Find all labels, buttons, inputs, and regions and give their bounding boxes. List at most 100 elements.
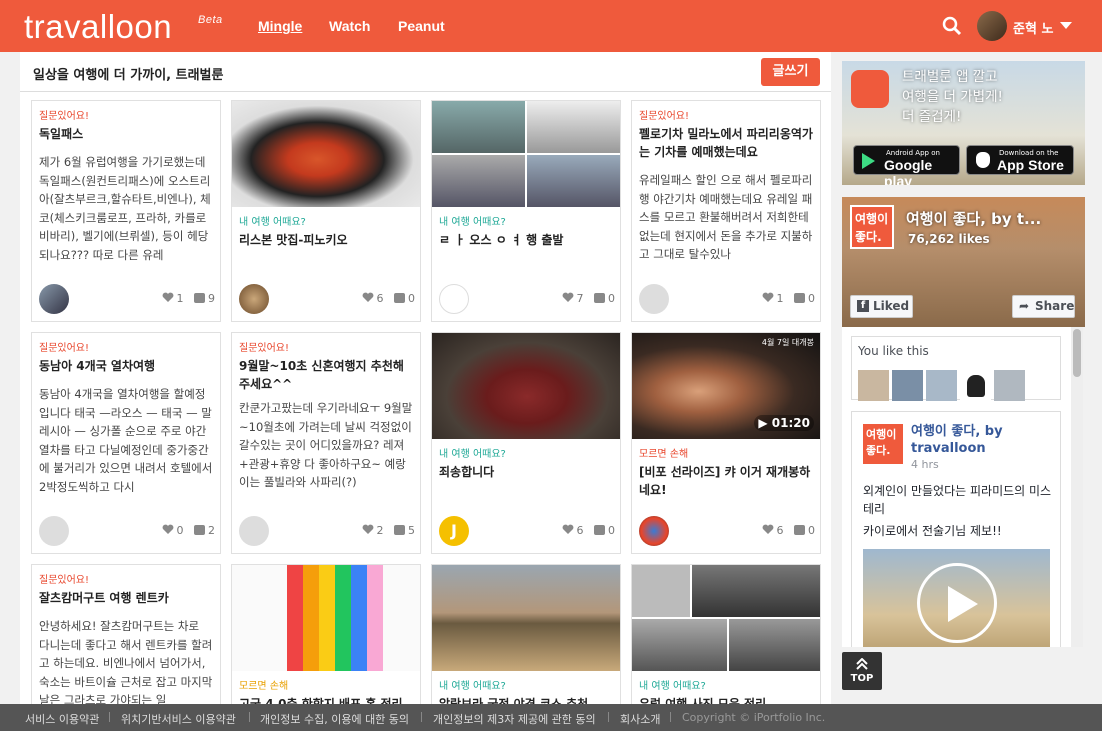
post-card[interactable]: 내 여행 어때요? 죄송합니다 J 6 0	[431, 332, 621, 554]
card-image-collage[interactable]	[632, 565, 820, 671]
app-promo-banner[interactable]: 트래벌룬 앱 깔고 여행을 더 가볍게! 더 즐겁게! Android App …	[842, 61, 1085, 185]
comment-icon[interactable]	[194, 293, 205, 303]
card-image[interactable]	[432, 565, 620, 671]
share-button[interactable]: ➦ Share	[1012, 295, 1075, 318]
card-image[interactable]	[432, 333, 620, 439]
play-icon[interactable]	[917, 563, 997, 643]
friend-avatar[interactable]	[892, 370, 923, 401]
heart-icon[interactable]	[162, 292, 174, 303]
logo[interactable]: travalloon Beta	[24, 8, 222, 46]
post-page-name[interactable]: 여행이 좋다, by travalloon	[911, 423, 1051, 457]
friend-avatar[interactable]	[926, 370, 957, 401]
heart-icon[interactable]	[562, 524, 574, 535]
post-card[interactable]: 내 여행 어때요? ㄹ ㅏ 오스 ㅇ ㅕ 행 출발 7 0	[431, 100, 621, 322]
avatar[interactable]	[239, 516, 269, 546]
avatar[interactable]	[39, 284, 69, 314]
card-title[interactable]: 리스본 맛집-피노키오	[239, 231, 413, 249]
write-button[interactable]: 글쓰기	[761, 58, 820, 86]
google-play-button[interactable]: Android App on Google play	[853, 145, 960, 185]
card-title[interactable]: 9월말~10초 신혼여행지 추천해주세요^^	[239, 357, 413, 393]
facebook-page-box[interactable]: 여행이 좋다. 여행이 좋다, by t... 76,262 likes f L…	[842, 197, 1085, 327]
heart-icon[interactable]	[362, 524, 374, 535]
avatar[interactable]	[239, 284, 269, 314]
card-title[interactable]: 고궁 4.0층 한합지 배포 홈 정리	[239, 695, 413, 704]
android-icon[interactable]	[960, 370, 991, 401]
avatar[interactable]	[639, 284, 669, 314]
post-card[interactable]: 질문있어요! 독일패스 제가 6월 유럽여행을 가기로했는데 독일패스(원컨트리…	[31, 100, 221, 322]
page-title[interactable]: 여행이 좋다, by t...	[906, 208, 1041, 229]
post-card[interactable]: 내 여행 어때요? 알람브라 궁전 야경 코스 추천	[431, 564, 621, 704]
avatar[interactable]	[39, 516, 69, 546]
footer-link-terms[interactable]: 서비스 이용약관	[25, 711, 99, 727]
post-card[interactable]: 질문있어요! 펠로기차 밀라노에서 파리리옹역가는 기차를 예매했는데요 유레일…	[631, 100, 821, 322]
post-card[interactable]: 내 여행 어때요? 리스본 맛집-피노키오 6 0	[231, 100, 421, 322]
video-duration[interactable]: ▶ 01:20	[754, 415, 814, 431]
page-logo[interactable]: 여행이 좋다.	[850, 205, 894, 249]
card-title[interactable]: [비포 선라이즈] 캬 이거 재개봉하네요!	[639, 463, 813, 499]
video-thumbnail[interactable]: 4월 7일 대개봉 ▶ 01:20	[632, 333, 820, 439]
comment-icon[interactable]	[594, 293, 605, 303]
footer-link-privacy[interactable]: 개인정보 수집, 이용에 대한 동의	[260, 711, 409, 727]
footer-link-location-terms[interactable]: 위치기반서비스 이용약관	[121, 711, 236, 727]
card-image-table[interactable]	[232, 565, 420, 671]
comment-icon[interactable]	[794, 525, 805, 535]
card-image-collage[interactable]	[432, 101, 620, 207]
friend-avatar[interactable]	[994, 370, 1025, 401]
avatar[interactable]: J	[439, 516, 469, 546]
card-title[interactable]: 펠로기차 밀라노에서 파리리옹역가는 기차를 예매했는데요	[639, 125, 813, 161]
user-name[interactable]: 준혁 노	[1013, 18, 1053, 37]
post-page-logo[interactable]: 여행이 좋다.	[863, 424, 903, 464]
heart-icon[interactable]	[762, 292, 774, 303]
footer-link-third-party[interactable]: 개인정보의 제3자 제공에 관한 동의	[433, 711, 596, 727]
card-title[interactable]: 죄송합니다	[439, 463, 613, 481]
heart-icon[interactable]	[762, 524, 774, 535]
nav-mingle[interactable]: Mingle	[258, 18, 302, 34]
avatar[interactable]	[439, 284, 469, 314]
card-title[interactable]: 알람브라 궁전 야경 코스 추천	[439, 695, 613, 704]
post-card[interactable]: 질문있어요! 9월말~10초 신혼여행지 추천해주세요^^ 칸쿤가고팠는데 우기…	[231, 332, 421, 554]
page-likes: 76,262 likes	[908, 232, 990, 246]
nav-watch[interactable]: Watch	[329, 18, 370, 34]
heart-icon[interactable]	[162, 524, 174, 535]
comment-icon[interactable]	[394, 525, 405, 535]
post-card[interactable]: 질문있어요! 동남아 4개국 열차여행 동남아 4개국을 열차여행을 할예정 입…	[31, 332, 221, 554]
card-title[interactable]: 유럽 여행 사진 모음 정리	[639, 695, 813, 704]
card-title[interactable]: ㄹ ㅏ 오스 ㅇ ㅕ 행 출발	[439, 231, 613, 249]
comment-icon[interactable]	[594, 525, 605, 535]
post-card[interactable]: 모르면 손해 고궁 4.0층 한합지 배포 홈 정리	[231, 564, 421, 704]
card-title[interactable]: 동남아 4개국 열차여행	[39, 357, 213, 375]
card-stats: 2 5	[362, 524, 415, 537]
post-time[interactable]: 4 hrs	[911, 458, 939, 471]
scrollbar-thumb[interactable]	[1073, 329, 1081, 377]
app-store-button[interactable]: Download on the App Store	[966, 145, 1074, 175]
search-icon[interactable]	[942, 16, 962, 36]
post-card[interactable]: 질문있어요! 잘츠캄머구트 여행 렌트카 안녕하세요! 잘츠캄머구트는 차로 다…	[31, 564, 221, 704]
heart-icon[interactable]	[562, 292, 574, 303]
card-image[interactable]	[232, 101, 420, 207]
card-body: 동남아 4개국을 열차여행을 할예정 입니다 태국 —라오스 — 태국 — 말레…	[39, 387, 213, 494]
chevron-down-icon[interactable]	[1060, 22, 1072, 29]
post-card[interactable]: 내 여행 어때요? 유럽 여행 사진 모음 정리	[631, 564, 821, 704]
facebook-post[interactable]: 여행이 좋다. 여행이 좋다, by travalloon 4 hrs 외계인이…	[851, 411, 1061, 647]
comment-icon[interactable]	[794, 293, 805, 303]
heart-icon[interactable]	[362, 292, 374, 303]
divider	[608, 712, 609, 722]
comment-icon[interactable]	[394, 293, 405, 303]
comment-count: 0	[608, 292, 615, 305]
post-video[interactable]	[863, 549, 1050, 647]
card-footer: 1 9	[32, 279, 220, 321]
friend-avatar[interactable]	[858, 370, 889, 401]
scroll-top-button[interactable]: TOP	[842, 652, 882, 690]
post-text-2: 카이로에서 전술기님 제보!!	[863, 524, 1002, 538]
avatar[interactable]	[639, 516, 669, 546]
card-title[interactable]: 독일패스	[39, 125, 213, 143]
user-avatar[interactable]	[977, 11, 1007, 41]
comment-icon[interactable]	[194, 525, 205, 535]
post-card[interactable]: 4월 7일 대개봉 ▶ 01:20 모르면 손해 [비포 선라이즈] 캬 이거 …	[631, 332, 821, 554]
liked-button[interactable]: f Liked	[850, 295, 913, 318]
footer-link-about[interactable]: 회사소개	[620, 711, 660, 727]
sidebar-scrollbar[interactable]	[1071, 327, 1083, 647]
card-body: 제가 6월 유럽여행을 가기로했는데 독일패스(원컨트리패스)에 오스트리아(잘…	[39, 155, 211, 262]
card-title[interactable]: 잘츠캄머구트 여행 렌트카	[39, 589, 213, 607]
nav-peanut[interactable]: Peanut	[398, 18, 445, 34]
